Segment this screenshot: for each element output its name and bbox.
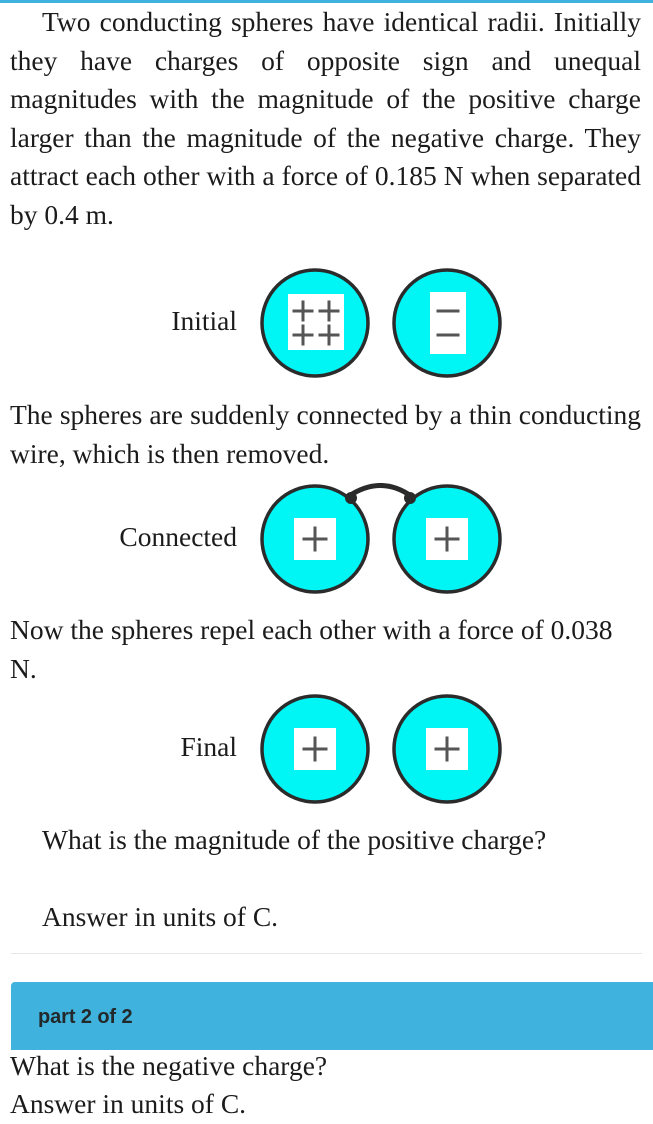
conducting-wire (346, 483, 414, 499)
wire-connection-text: The spheres are suddenly connected by a … (10, 399, 641, 469)
diagram-initial: Initial (0, 267, 653, 379)
part-2-banner: part 2 of 2 (11, 982, 653, 1050)
wire-contact-left (345, 492, 357, 504)
diagram-final: Final (0, 693, 653, 805)
section-divider (11, 953, 642, 954)
connected-spheres-figure (260, 483, 502, 594)
diagram-connected: Connected (0, 483, 653, 595)
diagram-label-connected: Connected (119, 521, 237, 552)
final-spheres-figure (260, 694, 502, 804)
charge-box-right-initial (430, 292, 466, 354)
diagram-label-initial: Initial (171, 305, 237, 336)
part-2-banner-label: part 2 of 2 (38, 1006, 133, 1028)
initial-spheres-figure (260, 268, 502, 378)
part1-answer-units-text: Answer in units of C. (42, 901, 279, 932)
charge-box-left-initial (288, 294, 344, 350)
part2-question-text: What is the negative charge? (10, 1050, 328, 1081)
diagram-label-final: Final (180, 731, 237, 762)
part2-answer-units-text: Answer in units of C. (10, 1088, 247, 1119)
problem-intro-text: Two conducting spheres have identical ra… (10, 6, 641, 230)
wire-contact-right (404, 492, 416, 504)
part1-question-text: What is the magnitude of the positive ch… (42, 824, 547, 855)
repulsion-text: Now the spheres repel each other with a … (10, 614, 613, 684)
